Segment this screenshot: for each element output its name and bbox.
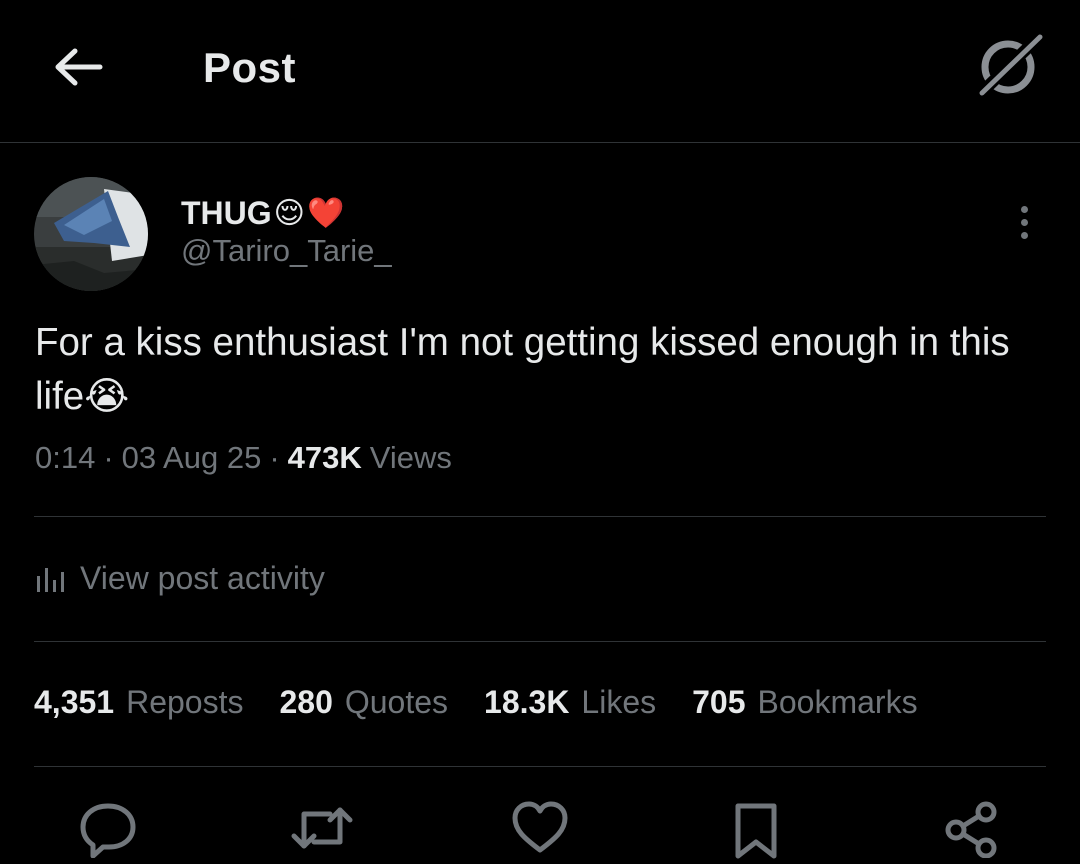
bookmarks-label: Bookmarks <box>757 684 918 720</box>
reposts-stat[interactable]: 4,351 Reposts <box>34 684 243 721</box>
reply-button[interactable] <box>76 800 140 864</box>
meta-separator: · <box>269 440 280 475</box>
back-button[interactable] <box>44 36 114 98</box>
grok-button[interactable] <box>970 28 1050 102</box>
display-name-text: THUG <box>181 195 272 231</box>
bookmark-button[interactable] <box>724 800 788 864</box>
engagement-stats: 4,351 Reposts 280 Quotes 18.3K Likes 705… <box>34 684 954 721</box>
divider <box>34 516 1046 517</box>
reposts-label: Reposts <box>126 684 244 720</box>
quotes-stat[interactable]: 280 Quotes <box>279 684 448 721</box>
share-icon <box>942 800 1002 858</box>
analytics-icon <box>36 566 64 592</box>
divider <box>34 766 1046 767</box>
user-handle[interactable]: @Tariro_Tarie_ <box>181 233 392 269</box>
post-meta: 0:14 · 03 Aug 25 · 473K Views <box>35 440 452 476</box>
views-label: Views <box>369 440 452 475</box>
grok-icon <box>974 32 1046 98</box>
post-date[interactable]: 03 Aug 25 <box>122 440 262 476</box>
quotes-count: 280 <box>279 684 333 720</box>
repost-button[interactable] <box>290 800 354 864</box>
bookmarks-count: 705 <box>692 684 746 720</box>
relieved-face-emoji: 😌 <box>273 196 305 230</box>
reply-icon <box>79 800 137 858</box>
repost-icon <box>290 800 354 856</box>
like-button[interactable] <box>508 800 572 864</box>
heart-emoji: ❤️ <box>306 196 345 230</box>
share-button[interactable] <box>940 800 1004 864</box>
header-divider <box>0 142 1080 143</box>
loudly-crying-face-emoji: 😭 <box>84 375 130 418</box>
view-post-activity-button[interactable]: View post activity <box>36 560 325 597</box>
page-title: Post <box>203 44 297 91</box>
arrow-left-icon <box>54 47 104 87</box>
like-icon <box>511 800 569 854</box>
bookmarks-stat[interactable]: 705 Bookmarks <box>692 684 917 721</box>
bookmark-icon <box>732 800 780 860</box>
divider <box>34 641 1046 642</box>
likes-stat[interactable]: 18.3K Likes <box>484 684 656 721</box>
display-name[interactable]: THUG 😌 ❤️ <box>181 195 344 232</box>
likes-count: 18.3K <box>484 684 570 720</box>
post-text: For a kiss enthusiast I'm not getting ki… <box>35 316 1045 424</box>
likes-label: Likes <box>581 684 657 720</box>
post-time[interactable]: 0:14 <box>35 440 95 476</box>
reposts-count: 4,351 <box>34 684 115 720</box>
more-vertical-icon[interactable] <box>1000 198 1048 246</box>
avatar[interactable] <box>34 177 148 291</box>
meta-separator: · <box>103 440 114 475</box>
post-text-content: For a kiss enthusiast I'm not getting ki… <box>35 321 1010 418</box>
quotes-label: Quotes <box>344 684 449 720</box>
view-post-activity-label: View post activity <box>80 560 325 596</box>
views-count: 473K <box>287 440 362 475</box>
